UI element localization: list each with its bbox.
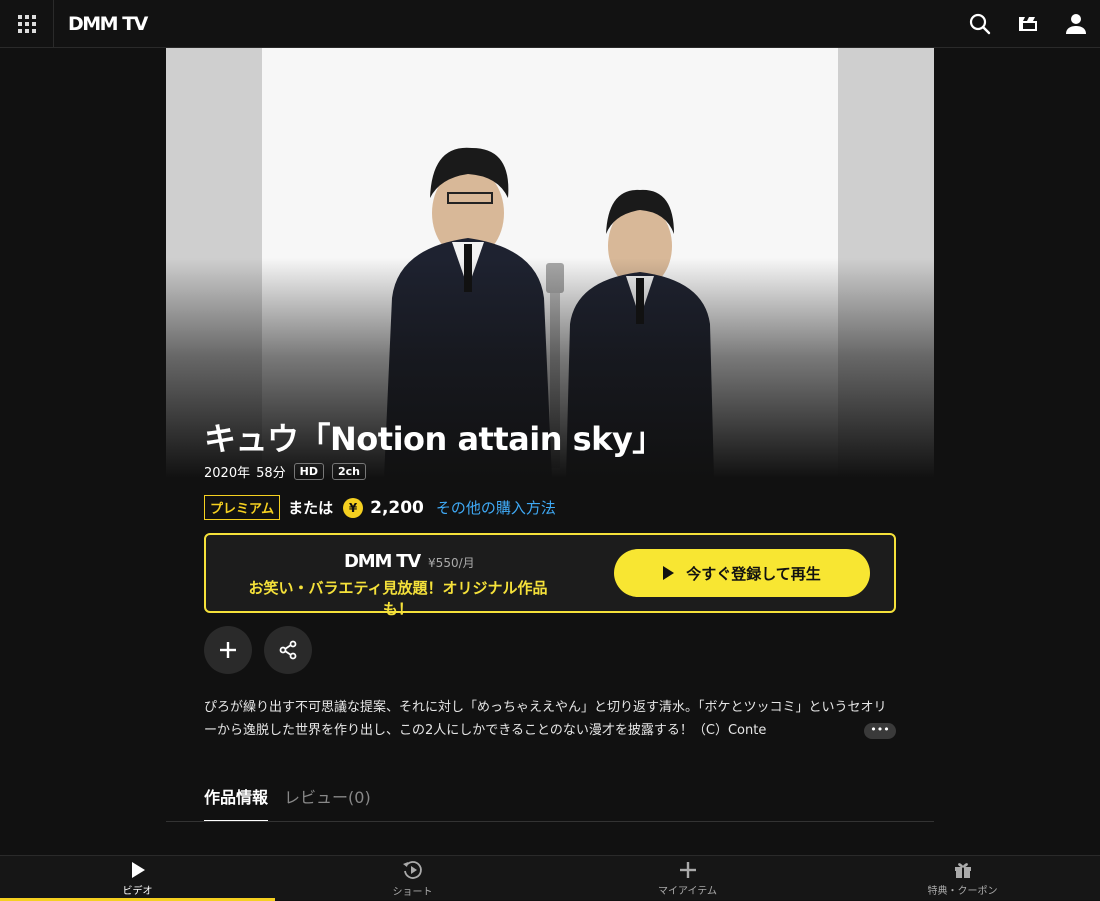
plus-icon	[679, 861, 696, 878]
apps-grid-icon[interactable]	[0, 0, 54, 48]
promo-logo: DMM TV	[344, 551, 421, 572]
tab-reviews[interactable]: レビュー(0)	[284, 784, 371, 822]
nav-video[interactable]: ビデオ	[0, 856, 275, 901]
nav-perks-coupons[interactable]: 特典・クーポン	[825, 856, 1100, 901]
share-button[interactable]	[264, 626, 312, 674]
hd-badge: HD	[293, 463, 324, 480]
or-label: または	[288, 499, 334, 517]
nav-my-items[interactable]: マイアイテム	[550, 856, 825, 901]
promo-tagline: お笑い・バラエティ見放題！オリジナル作品も！	[248, 579, 548, 618]
share-icon	[279, 640, 297, 660]
detail-tabs: 作品情報 レビュー(0)	[204, 784, 387, 822]
cta-label: 今すぐ登録して再生	[686, 564, 821, 583]
video-detail: キュウ「Notion attain sky」 2020年 58分 HD 2ch …	[166, 48, 934, 854]
tab-info[interactable]: 作品情報	[204, 784, 269, 822]
subscribe-play-button[interactable]: 今すぐ登録して再生	[614, 549, 870, 597]
gift-icon	[954, 862, 971, 878]
subscription-promo: DMM TV ¥550/月 お笑い・バラエティ見放題！オリジナル作品も！ 今すぐ…	[204, 533, 896, 618]
pricing-row: プレミアム または ¥ 2,200 その他の購入方法	[204, 495, 556, 520]
bottom-nav: ビデオ ショート マイアイテム 特典・クーポン	[0, 855, 1100, 901]
price: 2,200	[370, 497, 424, 518]
premium-badge: プレミアム	[204, 495, 281, 520]
short-play-icon	[402, 860, 422, 879]
search-icon[interactable]	[956, 0, 1004, 48]
yen-coin-icon: ¥	[343, 497, 364, 518]
more-button[interactable]: •••	[864, 723, 896, 739]
add-to-list-button[interactable]	[204, 626, 252, 674]
video-title: キュウ「Notion attain sky」	[204, 420, 664, 458]
video-meta: 2020年 58分 HD 2ch	[204, 462, 366, 481]
plus-icon	[220, 642, 236, 658]
dmm-tv-logo[interactable]: DMM TV	[68, 13, 148, 35]
nav-shorts[interactable]: ショート	[275, 856, 550, 901]
play-icon	[663, 566, 675, 580]
promo-price: ¥550/月	[428, 556, 475, 570]
play-icon	[131, 861, 145, 878]
user-icon[interactable]	[1052, 0, 1100, 48]
release-year: 2020年	[204, 466, 251, 481]
video-description: ぴろが繰り出す不可思議な提案、それに対し「めっちゃええやん」と切り返す清水。「ボ…	[204, 700, 887, 738]
audio-badge: 2ch	[331, 463, 366, 480]
top-header: DMM TV	[0, 0, 1100, 48]
other-purchase-link[interactable]: その他の購入方法	[436, 497, 556, 518]
duration: 58分	[256, 466, 286, 481]
clapperboard-icon[interactable]	[1004, 0, 1052, 48]
